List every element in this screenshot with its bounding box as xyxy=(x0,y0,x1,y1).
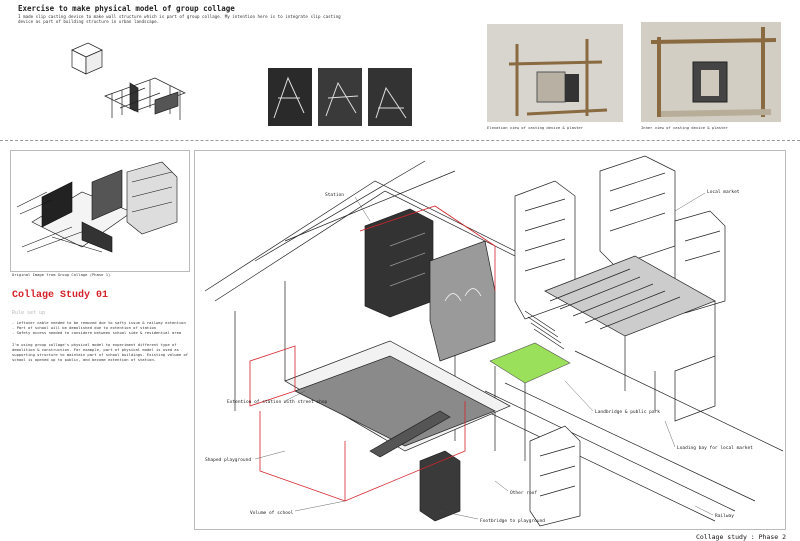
section-divider xyxy=(0,140,800,141)
label-volume-school: Volume of school xyxy=(250,510,294,516)
label-railway: Railway xyxy=(715,513,734,519)
study-description: I'm using group collage's physical model… xyxy=(12,342,189,362)
caption-elevation: Elevation view of casting device & plast… xyxy=(487,125,584,130)
rule-list: - Leftover cable needed to be removed du… xyxy=(12,320,192,335)
label-shaped-playground: Shaped playground xyxy=(205,457,251,463)
label-footbridge: Footbridge to playground xyxy=(480,518,545,524)
caption-inner: Inner view of casting device & plaster xyxy=(641,125,728,130)
label-landbridge: Landbridge & public park xyxy=(595,409,660,415)
rule-item: - Safety access needed to considere betw… xyxy=(12,330,182,335)
intro-text: I made slip casting device to make wall … xyxy=(18,14,341,25)
label-local-market: Local market xyxy=(707,189,740,195)
original-collage-drawing xyxy=(16,161,178,253)
label-loading-bay: Loading bay for local market xyxy=(677,445,753,451)
study-title: Collage Study 01 xyxy=(12,290,109,301)
label-station: Station xyxy=(325,192,344,198)
caption-original: Original Image from Group Collage (Phase… xyxy=(12,272,111,277)
label-other-roof: Other roof xyxy=(510,490,537,496)
label-extension: Extention of station with street shop xyxy=(227,399,328,405)
rule-set-label: Rule set up xyxy=(12,310,46,316)
collage-axonometric-drawing: Station Local market Extention of statio… xyxy=(204,155,783,527)
casting-device-drawing xyxy=(71,42,186,120)
page-title: Exercise to make physical model of group… xyxy=(18,4,235,13)
